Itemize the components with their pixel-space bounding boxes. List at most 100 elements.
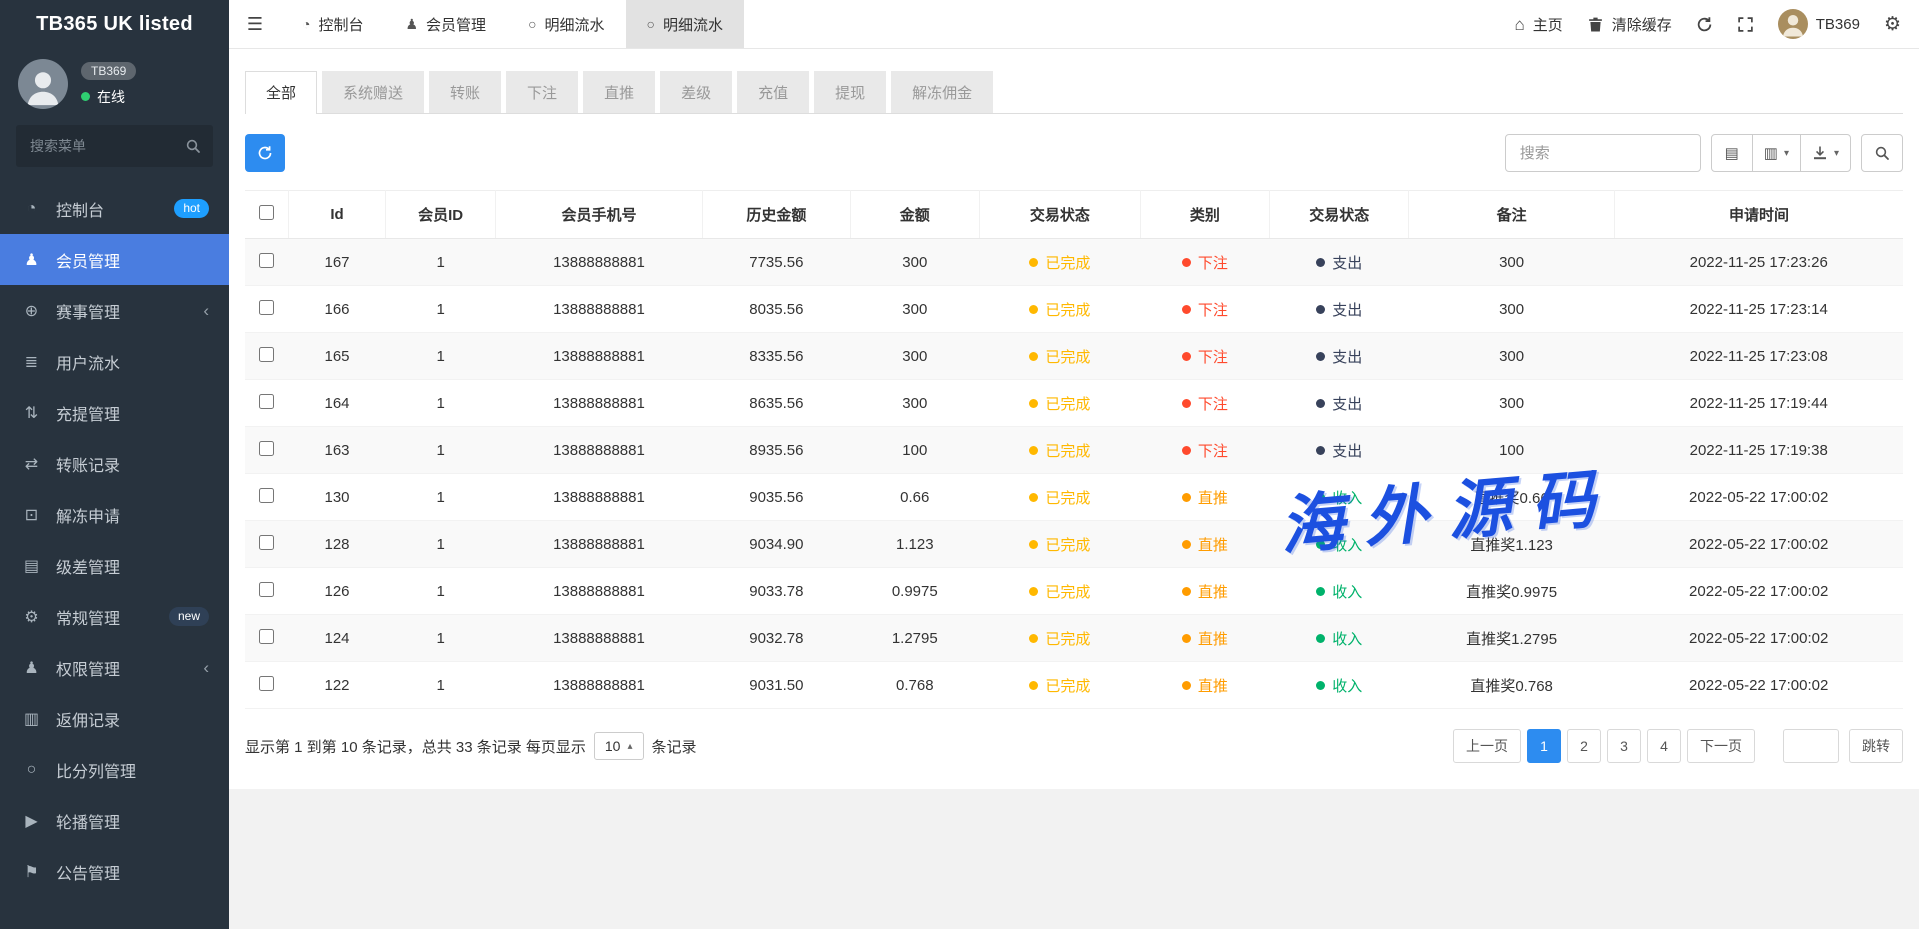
page-button-1[interactable]: 1 [1527, 729, 1561, 763]
topbar-right: ⌂ 主页 清除缓存 TB369 ⚙ [1514, 0, 1919, 48]
sidebar-item-2[interactable]: ⊕赛事管理‹ [0, 285, 229, 336]
row-checkbox[interactable] [259, 629, 274, 644]
cell-category: 下注 [1140, 427, 1269, 474]
sidebar-item-4[interactable]: ⇅充提管理 [0, 387, 229, 438]
nav-tab-0[interactable]: ◔控制台 [281, 0, 384, 48]
filter-tab-6[interactable]: 充值 [737, 71, 809, 113]
sidebar-item-7[interactable]: ▤级差管理 [0, 540, 229, 591]
column-header-5: 交易状态 [979, 191, 1140, 239]
jump-button[interactable]: 跳转 [1849, 729, 1903, 763]
cell-trade-status: 已完成 [979, 474, 1140, 521]
sidebar-item-8[interactable]: ⚙常规管理new [0, 591, 229, 642]
cell-flow-status: 收入 [1270, 615, 1409, 662]
filter-tab-0[interactable]: 全部 [245, 71, 317, 113]
sidebar-item-9[interactable]: ♟权限管理‹ [0, 642, 229, 693]
sidebar-item-6[interactable]: ⊡解冻申请 [0, 489, 229, 540]
status-dot-icon [1182, 258, 1191, 267]
topbar: ☰ ◔控制台♟会员管理○明细流水○明细流水 ⌂ 主页 清除缓存 TB369 [229, 0, 1919, 49]
user-menu[interactable]: TB369 [1778, 9, 1860, 39]
filter-tab-1[interactable]: 系统赠送 [322, 71, 424, 113]
page-size-value: 10 [605, 738, 621, 754]
cell-id: 130 [288, 474, 386, 521]
table-row: 1281138888888819034.901.123已完成直推收入直推奖1.1… [245, 521, 1903, 568]
sidebar-item-5[interactable]: ⇄转账记录 [0, 438, 229, 489]
nav-tab-2[interactable]: ○明细流水 [507, 0, 625, 48]
row-checkbox[interactable] [259, 676, 274, 691]
sidebar-menu: ◔控制台hot♟会员管理⊕赛事管理‹≣用户流水⇅充提管理⇄转账记录⊡解冻申请▤级… [0, 179, 229, 929]
row-checkbox[interactable] [259, 488, 274, 503]
row-checkbox[interactable] [259, 253, 274, 268]
refresh-icon[interactable] [1696, 16, 1713, 33]
sidebar-item-label: 权限管理 [56, 656, 120, 680]
filter-tab-2[interactable]: 转账 [429, 71, 501, 113]
refresh-button[interactable] [245, 134, 285, 172]
table-search-input[interactable] [1505, 134, 1701, 172]
prev-page-button[interactable]: 上一页 [1453, 729, 1521, 763]
cell-category-badge: 下注 [1182, 393, 1228, 414]
row-checkbox[interactable] [259, 441, 274, 456]
page-button-2[interactable]: 2 [1567, 729, 1601, 763]
status-dot-icon [1182, 681, 1191, 690]
carousel-icon: ▶ [20, 811, 43, 831]
sidebar-item-11[interactable]: ○比分列管理 [0, 744, 229, 795]
page-size-dropdown[interactable]: 10 ▴ [594, 732, 644, 760]
search-button[interactable] [1861, 134, 1903, 172]
table-row: 1221138888888819031.500.768已完成直推收入直推奖0.7… [245, 662, 1903, 709]
hamburger-icon[interactable]: ☰ [229, 0, 281, 48]
level-icon: ▤ [20, 556, 43, 576]
filter-tab-4[interactable]: 直推 [583, 71, 655, 113]
settings-gear-icon[interactable]: ⚙ [1884, 13, 1901, 36]
sidebar-item-0[interactable]: ◔控制台hot [0, 183, 229, 234]
row-checkbox[interactable] [259, 535, 274, 550]
row-checkbox[interactable] [259, 300, 274, 315]
row-checkbox[interactable] [259, 347, 274, 362]
online-label: 在线 [97, 87, 125, 107]
status-text: 支出 [1332, 440, 1362, 461]
row-checkbox-cell [245, 615, 288, 662]
status-dot-icon [1029, 352, 1038, 361]
cell-flow-status: 支出 [1270, 286, 1409, 333]
row-checkbox[interactable] [259, 582, 274, 597]
status-text: 已完成 [1045, 440, 1090, 461]
column-header-6: 类别 [1140, 191, 1269, 239]
filter-tab-8[interactable]: 解冻佣金 [891, 71, 993, 113]
fullscreen-icon[interactable] [1737, 16, 1754, 33]
circle-icon: ○ [528, 16, 536, 32]
status-dot-icon [1029, 587, 1038, 596]
status-dot-icon [1029, 681, 1038, 690]
cell-category-badge: 下注 [1182, 299, 1228, 320]
menu-search-input[interactable] [16, 125, 213, 167]
jump-page-input[interactable] [1783, 729, 1839, 763]
caret-up-icon: ▴ [627, 741, 632, 752]
summary-prefix: 显示第 1 到第 10 条记录，总共 33 条记录 每页显示 [245, 736, 586, 757]
sidebar-item-13[interactable]: ⚑公告管理 [0, 846, 229, 897]
sidebar-item-12[interactable]: ▶轮播管理 [0, 795, 229, 846]
cell-flow-status-badge: 收入 [1316, 675, 1362, 696]
toggle-view-button[interactable]: ▤ [1711, 134, 1753, 172]
sidebar: TB365 UK listed TB369 在线 ◔控制台hot♟会员管理⊕赛事… [0, 0, 229, 929]
nav-tab-3[interactable]: ○明细流水 [626, 0, 744, 48]
sidebar-item-1[interactable]: ♟会员管理 [0, 234, 229, 285]
table-head: Id会员ID会员手机号历史金额金额交易状态类别交易状态备注申请时间 [245, 191, 1903, 239]
status-text: 已完成 [1045, 252, 1090, 273]
filter-tab-7[interactable]: 提现 [814, 71, 886, 113]
export-button[interactable]: ▾ [1800, 134, 1851, 172]
sidebar-item-3[interactable]: ≣用户流水 [0, 336, 229, 387]
select-all-checkbox[interactable] [259, 205, 274, 220]
cell-apply-time: 2022-05-22 17:00:02 [1614, 662, 1903, 709]
table-row: 1631138888888818935.56100已完成下注支出1002022-… [245, 427, 1903, 474]
sidebar-item-10[interactable]: ▥返佣记录 [0, 693, 229, 744]
row-checkbox[interactable] [259, 394, 274, 409]
home-link[interactable]: ⌂ 主页 [1514, 14, 1562, 35]
filter-tab-3[interactable]: 下注 [506, 71, 578, 113]
filter-tab-5[interactable]: 差级 [660, 71, 732, 113]
cell-trade-status-badge: 已完成 [1029, 628, 1090, 649]
page-button-4[interactable]: 4 [1647, 729, 1681, 763]
nav-tab-1[interactable]: ♟会员管理 [384, 0, 507, 48]
summary-suffix: 条记录 [652, 736, 697, 757]
next-page-button[interactable]: 下一页 [1687, 729, 1755, 763]
clear-cache-link[interactable]: 清除缓存 [1587, 14, 1672, 35]
columns-button[interactable]: ▥ ▾ [1752, 134, 1801, 172]
page-button-3[interactable]: 3 [1607, 729, 1641, 763]
cell-member-id: 1 [386, 615, 495, 662]
